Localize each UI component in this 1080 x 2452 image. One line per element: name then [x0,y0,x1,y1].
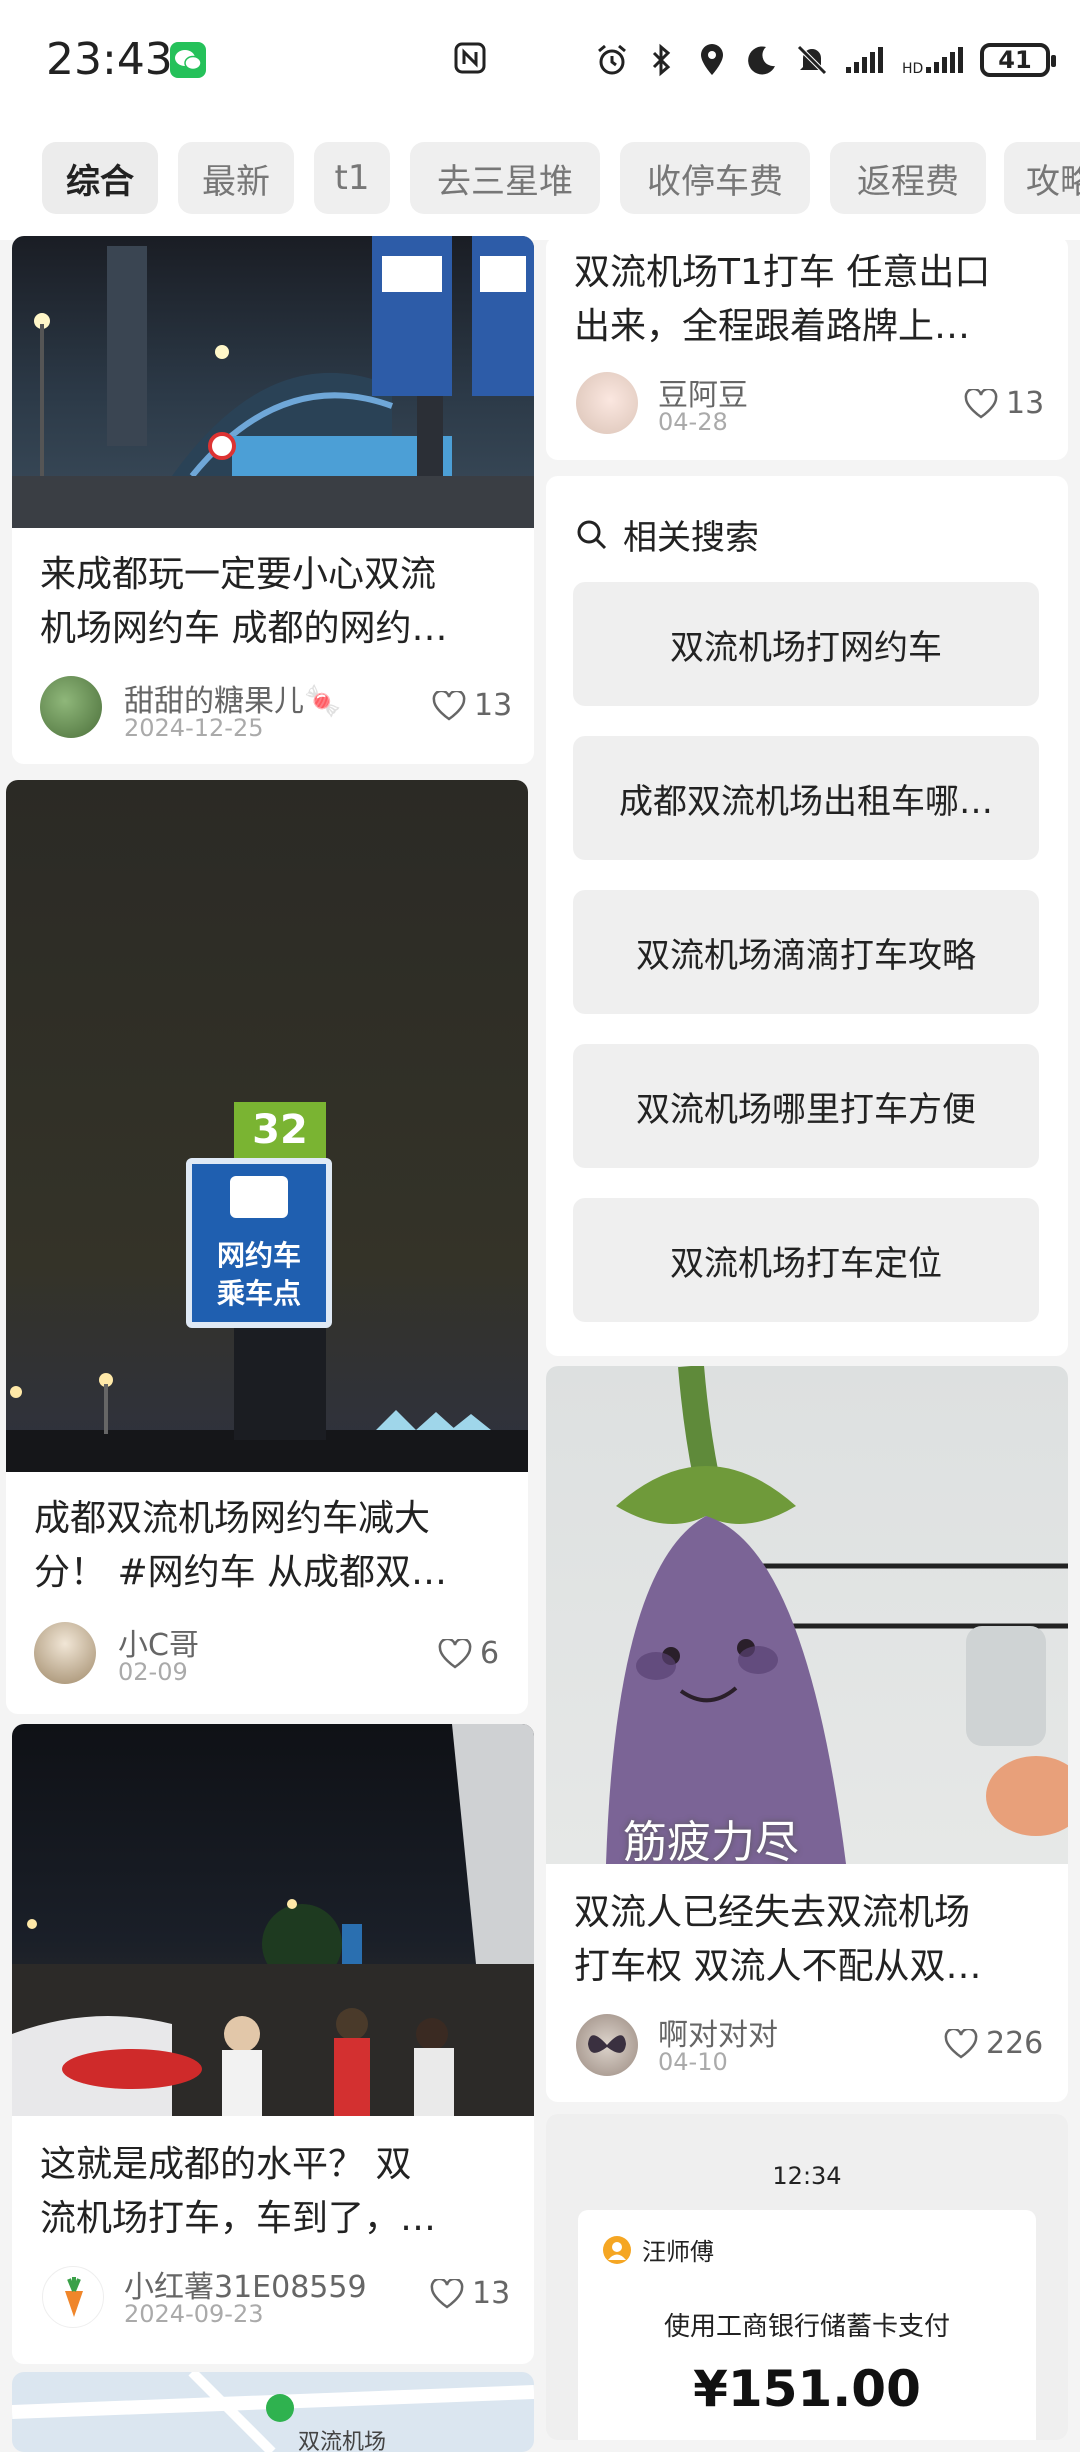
title-line: 分！ #网约车 从成都双… [34,1552,448,1593]
wechat-icon [170,42,206,78]
title-line: 来成都玩一定要小心双流 [40,554,437,595]
avatar[interactable] [576,372,638,434]
like-button[interactable]: 226 [944,2026,1043,2061]
post-card[interactable]: 双流机场T1打车 任意出口 出来，全程跟着路牌上… 豆阿豆 04-28 13 [546,236,1068,460]
related-search-item[interactable]: 双流机场哪里打车方便 [573,1044,1039,1168]
title-line: 这就是成都的水平？ 双 [40,2144,412,2185]
sign-number: 32 [234,1102,326,1158]
image-caption: 筋疲力尽 [623,1817,799,1864]
heart-icon [944,2028,978,2059]
post-date: 2024-12-25 [124,714,264,742]
like-count: 6 [480,1636,500,1671]
bluetooth-icon [644,42,680,78]
related-heading-text: 相关搜索 [623,518,759,558]
like-button[interactable]: 13 [964,386,1044,421]
receipt-time: 12:34 [772,2162,842,2190]
title-line: 成都双流机场网约车减大 [34,1498,431,1539]
post-date: 2024-09-23 [124,2300,264,2328]
payment-amount: ¥151.00 [693,2360,921,2418]
avatar[interactable] [42,2266,104,2328]
post-date: 04-10 [658,2048,728,2076]
heart-icon [432,690,466,721]
driver-avatar-icon [603,2235,631,2264]
like-button[interactable]: 13 [430,2276,510,2311]
tab-parking-fee[interactable]: 收停车费 [620,142,810,214]
like-count: 13 [474,688,513,723]
heart-icon [438,1638,472,1669]
post-card[interactable]: 这就是成都的水平？ 双 流机场打车，车到了，… 小红薯31E08559 2024… [12,1724,534,2364]
like-button[interactable]: 13 [432,688,512,723]
title-line: 双流机场T1打车 任意出口 [574,252,991,293]
title-line: 打车权 双流人不配从双… [574,1946,982,1987]
like-count: 226 [986,2026,1044,2061]
driver-row: 汪师傅 [602,2232,714,2267]
post-image [12,236,534,528]
sign-text: 乘车点 [216,1277,301,1310]
post-card[interactable]: 双流机场 [12,2372,534,2452]
tab-latest[interactable]: 最新 [178,142,294,214]
like-count: 13 [1006,386,1045,421]
post-title: 来成都玩一定要小心双流 机场网约车 成都的网约… [40,548,520,656]
like-count: 13 [472,2276,511,2311]
status-time: 23:43 [46,34,173,85]
related-search-item[interactable]: 双流机场打车定位 [573,1198,1039,1322]
post-image: 32 网约车 乘车点 [6,780,528,1472]
tab-sanxingdui[interactable]: 去三星堆 [410,142,600,214]
category-tabs: 综合 最新 t1 去三星堆 收停车费 返程费 攻略 [0,120,1080,240]
map-label: 双流机场 [298,2430,387,2452]
battery-icon: 41 [980,43,1056,77]
location-icon [694,42,730,78]
tab-return-fee[interactable]: 返程费 [830,142,986,214]
post-date: 02-09 [118,1658,188,1686]
moon-icon [744,42,780,78]
signal-icon: HD [902,42,966,78]
nfc-icon [452,40,488,76]
post-date: 04-28 [658,408,728,436]
sign-text: 网约车 [216,1239,301,1272]
related-search-item[interactable]: 双流机场打网约车 [573,582,1039,706]
heart-icon [430,2278,464,2309]
title-line: 流机场打车，车到了，… [40,2198,437,2239]
post-card[interactable]: 32 网约车 乘车点 成都双流机场网约车减大 分！ #网约车 从成都双… 小C哥… [6,780,528,1714]
tab-guide[interactable]: 攻略 [1004,142,1080,214]
avatar[interactable] [34,1622,96,1684]
post-title: 双流人已经失去双流机场 打车权 双流人不配从双… [574,1886,1054,1994]
title-line: 出来，全程跟着路牌上… [574,306,971,347]
avatar[interactable] [40,676,102,738]
related-search-heading: 相关搜索 [575,510,759,559]
post-card[interactable]: 筋疲力尽 双流人已经失去双流机场 打车权 双流人不配从双… 啊对对对 04-10… [546,1366,1068,2102]
related-search-item[interactable]: 双流机场滴滴打车攻略 [573,890,1039,1014]
pickup-sign: 网约车 乘车点 [186,1158,332,1328]
mute-icon [794,42,830,78]
search-icon [577,520,607,549]
related-search-item[interactable]: 成都双流机场出租车哪… [573,736,1039,860]
post-image [12,1724,534,2116]
title-line: 机场网约车 成都的网约… [40,608,448,649]
carrot-icon [65,2277,83,2317]
receipt-panel: 汪师傅 使用工商银行储蓄卡支付 ¥151.00 [578,2210,1036,2440]
post-card[interactable]: 12:34 汪师傅 使用工商银行储蓄卡支付 ¥151.00 [546,2114,1068,2440]
svg-text:HD: HD [902,61,923,75]
post-title: 成都双流机场网约车减大 分！ #网约车 从成都双… [34,1492,514,1600]
driver-name: 汪师傅 [642,2238,714,2266]
post-title: 双流机场T1打车 任意出口 出来，全程跟着路牌上… [574,246,1054,354]
signal-icon [844,42,888,78]
like-button[interactable]: 6 [438,1636,499,1671]
post-title: 这就是成都的水平？ 双 流机场打车，车到了，… [40,2138,520,2246]
car-icon [230,1176,288,1218]
tab-t1[interactable]: t1 [314,142,390,214]
tab-comprehensive[interactable]: 综合 [42,142,158,214]
alarm-icon [594,42,630,78]
butterfly-icon [588,2035,626,2053]
post-image: 筋疲力尽 [546,1366,1068,1864]
title-line: 双流人已经失去双流机场 [574,1892,971,1933]
heart-icon [964,388,998,419]
status-bar: 23:43 HD 41 [0,0,1080,120]
payment-method: 使用工商银行储蓄卡支付 [663,2312,950,2342]
avatar[interactable] [576,2014,638,2076]
post-card[interactable]: 来成都玩一定要小心双流 机场网约车 成都的网约… 甜甜的糖果儿🍬 2024-12… [12,236,534,764]
